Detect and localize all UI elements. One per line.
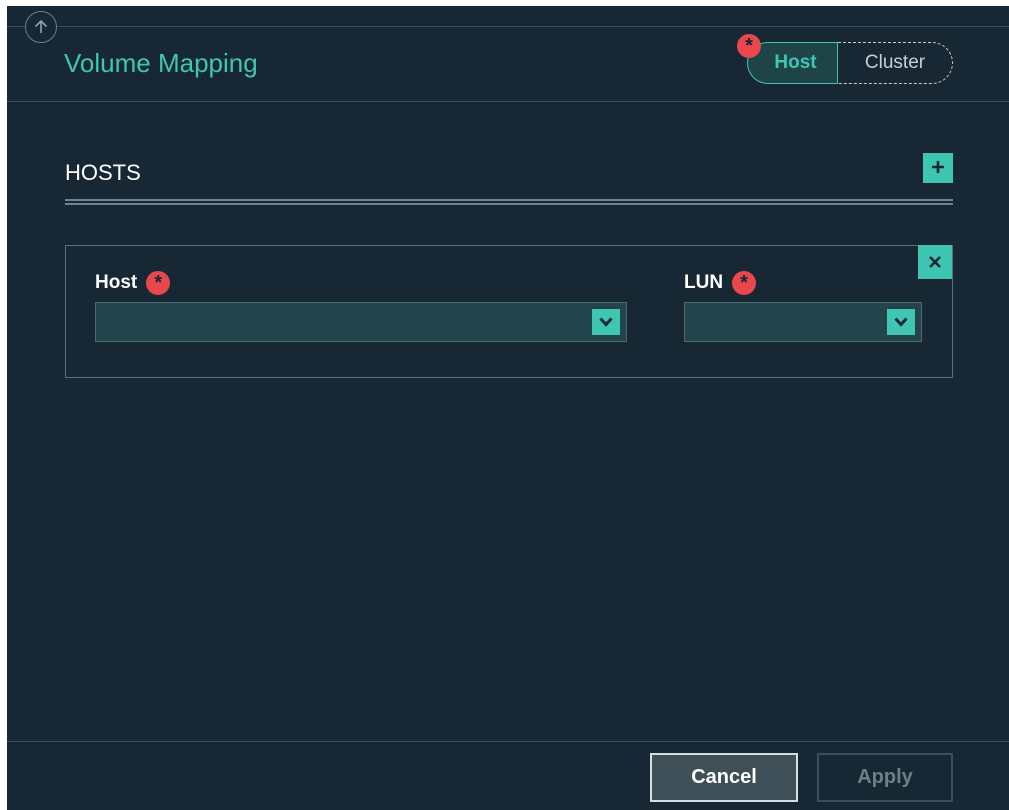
asterisk-icon: * [737, 34, 761, 58]
lun-select[interactable] [684, 302, 922, 342]
apply-button[interactable]: Apply [817, 753, 953, 802]
dialog-title: Volume Mapping [64, 48, 258, 78]
host-label-text: Host [95, 272, 138, 293]
chevron-down-icon[interactable] [592, 309, 620, 335]
host-field-label: Host * [95, 271, 171, 295]
cancel-button[interactable]: Cancel [650, 753, 798, 802]
host-select[interactable] [95, 302, 627, 342]
remove-mapping-button[interactable] [918, 245, 952, 279]
lun-field-label: LUN * [684, 271, 757, 295]
footer-divider [7, 741, 1009, 742]
header-divider [7, 101, 1009, 102]
section-divider [65, 199, 953, 205]
hosts-section-title: HOSTS [65, 160, 141, 185]
volume-mapping-dialog: Volume Mapping Host Cluster * HOSTS Host… [7, 6, 1009, 810]
lun-label-text: LUN [684, 272, 724, 293]
close-icon [928, 249, 942, 275]
arrow-up-circle-icon[interactable] [25, 11, 57, 43]
chevron-down-icon[interactable] [887, 309, 915, 335]
add-host-button[interactable] [923, 153, 953, 183]
toggle-cluster-option[interactable]: Cluster [838, 42, 953, 84]
plus-icon [930, 154, 946, 182]
asterisk-icon: * [732, 271, 757, 295]
host-mapping-row: Host * LUN * [65, 245, 953, 378]
top-divider [7, 26, 1009, 27]
host-cluster-toggle[interactable]: Host Cluster * [737, 34, 953, 84]
asterisk-icon: * [146, 271, 171, 295]
